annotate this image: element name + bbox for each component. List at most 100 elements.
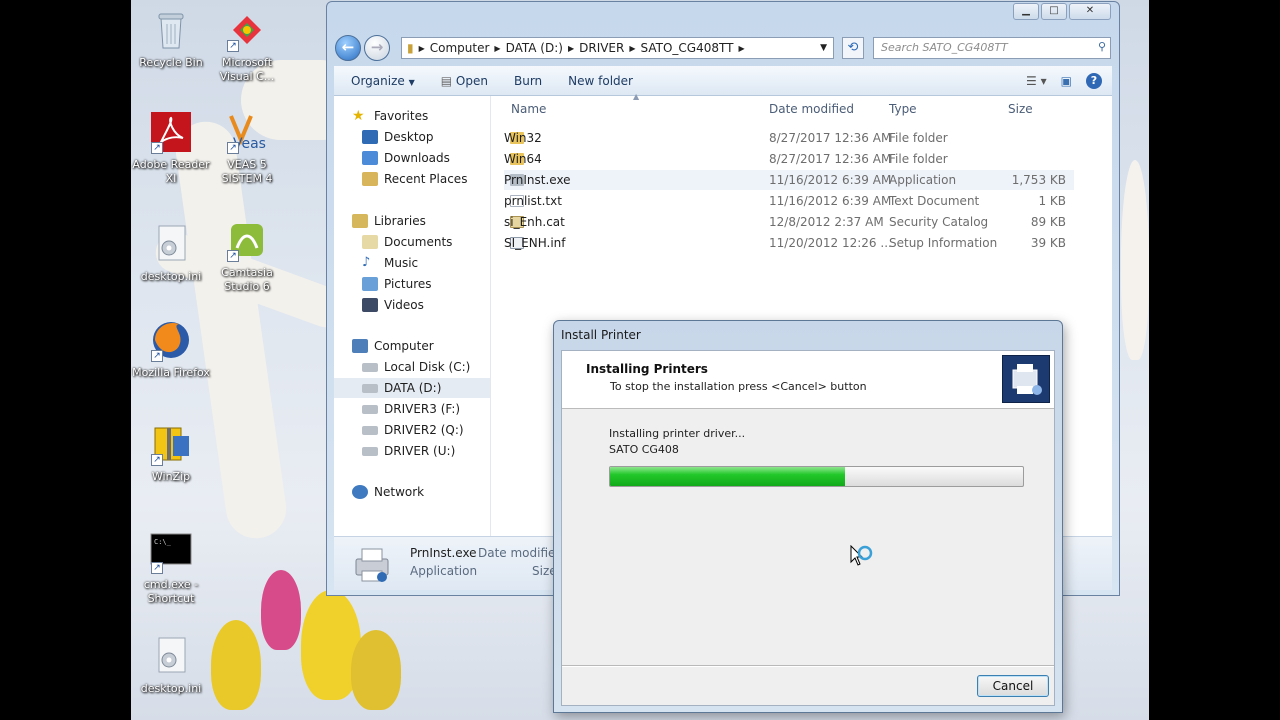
file-name: SI_ENH.inf xyxy=(504,236,566,250)
file-size: 39 KB xyxy=(1030,236,1066,250)
shortcut-arrow-icon: ↗ xyxy=(227,40,239,52)
file-name: si_Enh.cat xyxy=(504,215,565,229)
camtasia-icon: ↗ xyxy=(225,218,269,262)
nav-label: DATA (D:) xyxy=(384,381,442,395)
nav-computer[interactable]: Computer xyxy=(352,336,434,356)
drive-icon xyxy=(362,425,378,435)
nav-drive-u[interactable]: DRIVER (U:) xyxy=(362,441,455,461)
desktop-icon-firefox[interactable]: ↗ Mozilla Firefox xyxy=(131,318,211,380)
nav-drive-f[interactable]: DRIVER3 (F:) xyxy=(362,399,460,419)
breadcrumb-sato[interactable]: SATO_CG408TT xyxy=(636,41,739,55)
nav-drive-c[interactable]: Local Disk (C:) xyxy=(362,357,470,377)
chevron-down-icon[interactable]: ▼ xyxy=(814,43,833,53)
help-icon[interactable]: ? xyxy=(1086,72,1102,89)
desktop-icon-winzip[interactable]: ↗ WinZip xyxy=(131,422,211,484)
open-button[interactable]: ▤ Open xyxy=(432,74,497,88)
search-input[interactable]: Search SATO_CG408TT ⚲ xyxy=(873,37,1111,59)
nav-videos[interactable]: Videos xyxy=(362,295,424,315)
file-row[interactable]: si_Enh.cat 12/8/2012 2:37 AM Security Ca… xyxy=(504,212,1074,232)
settings-file-icon xyxy=(149,222,193,266)
nav-label: Computer xyxy=(374,339,434,353)
dialog-subheading: To stop the installation press <Cancel> … xyxy=(610,380,867,393)
computer-icon xyxy=(352,339,368,353)
nav-drive-q[interactable]: DRIVER2 (Q:) xyxy=(362,420,464,440)
close-button[interactable]: ✕ xyxy=(1069,3,1111,20)
desktop-icon-recycle-bin[interactable]: Recycle Bin xyxy=(131,8,211,70)
breadcrumb-computer[interactable]: Computer xyxy=(425,41,495,55)
organize-label: Organize xyxy=(351,73,405,88)
nav-recent-places[interactable]: Recent Places xyxy=(362,169,467,189)
maximize-button[interactable]: □ xyxy=(1041,3,1067,20)
search-icon[interactable]: ⚲ xyxy=(1098,40,1106,53)
breadcrumb-data-drive[interactable]: DATA (D:) xyxy=(501,41,568,55)
nav-drive-d[interactable]: DATA (D:) xyxy=(334,378,490,398)
column-header-type[interactable]: Type xyxy=(889,102,917,116)
install-printer-dialog: Install Printer Installing Printers To s… xyxy=(553,320,1063,713)
star-icon: ★ xyxy=(352,108,365,124)
nav-network[interactable]: Network xyxy=(352,482,424,502)
desktop-icon-desktop-ini[interactable]: desktop.ini xyxy=(131,222,211,284)
preview-pane-icon[interactable]: ▣ xyxy=(1061,74,1072,88)
address-bar[interactable]: ▮ ▶ Computer ▶ DATA (D:) ▶ DRIVER ▶ SATO… xyxy=(401,37,834,59)
column-header-date[interactable]: Date modified xyxy=(769,102,854,116)
sort-arrow-icon: ▲ xyxy=(633,92,640,101)
nav-label: Desktop xyxy=(384,130,434,144)
file-name: Win64 xyxy=(504,152,542,166)
shortcut-arrow-icon: ↗ xyxy=(151,562,163,574)
desktop-icon-label: Microsoft Visual C... xyxy=(219,56,275,83)
desktop-icon-label: WinZip xyxy=(151,470,191,483)
forward-button[interactable]: → xyxy=(364,35,390,61)
visual-studio-icon: ↗ xyxy=(225,8,269,52)
file-type: Security Catalog xyxy=(889,215,989,229)
command-bar: Organize ▼ ▤ Open Burn New folder ☰ ▾ ▣ … xyxy=(334,66,1112,96)
nav-label: DRIVER2 (Q:) xyxy=(384,423,464,437)
view-options-icon[interactable]: ☰ ▾ xyxy=(1026,74,1047,88)
file-type: File folder xyxy=(889,152,948,166)
file-type: Text Document xyxy=(889,194,980,208)
minimize-button[interactable]: ▁ xyxy=(1013,3,1039,20)
nav-pictures[interactable]: Pictures xyxy=(362,274,432,294)
nav-label: Recent Places xyxy=(384,172,468,186)
nav-favorites[interactable]: ★ Favorites xyxy=(352,106,428,126)
cancel-button[interactable]: Cancel xyxy=(977,675,1049,697)
file-row[interactable]: prnlist.txt 11/16/2012 6:39 AM Text Docu… xyxy=(504,191,1074,211)
new-folder-button[interactable]: New folder xyxy=(559,74,642,88)
dialog-title: Install Printer xyxy=(561,328,641,342)
organize-button[interactable]: Organize ▼ xyxy=(342,74,424,88)
file-name: prnlist.txt xyxy=(504,194,562,208)
burn-button[interactable]: Burn xyxy=(505,74,551,88)
desktop-icon-camtasia[interactable]: ↗ Camtasia Studio 6 xyxy=(207,218,287,294)
desktop-icon-veas[interactable]: Veas ↗ VEAS 5 SISTEM 4 xyxy=(207,110,287,186)
desktop-icon-visual-studio[interactable]: ↗ Microsoft Visual C... xyxy=(207,8,287,84)
nav-music[interactable]: ♪ Music xyxy=(362,253,418,273)
shortcut-arrow-icon: ↗ xyxy=(151,142,163,154)
file-row[interactable]: SI_ENH.inf 11/20/2012 12:26 ... Setup In… xyxy=(504,233,1074,253)
desktop-icon-adobe-reader[interactable]: ↗ Adobe Reader XI xyxy=(131,110,211,186)
wallpaper-tree-right xyxy=(1121,160,1149,360)
file-date: 12/8/2012 2:37 AM xyxy=(769,215,884,229)
file-date: 11/20/2012 12:26 ... xyxy=(769,236,892,250)
chevron-right-icon: ▶ xyxy=(738,43,745,53)
nav-documents[interactable]: Documents xyxy=(362,232,452,252)
column-header-size[interactable]: Size xyxy=(1008,102,1033,116)
desktop-icon-desktop-ini-2[interactable]: desktop.ini xyxy=(131,634,211,696)
nav-label: Libraries xyxy=(374,214,426,228)
back-button[interactable]: ← xyxy=(335,35,361,61)
file-row-selected[interactable]: PrnInst.exe 11/16/2012 6:39 AM Applicati… xyxy=(504,170,1074,190)
dialog-header: Installing Printers To stop the installa… xyxy=(562,351,1054,409)
file-row[interactable]: Win32 8/27/2017 12:36 AM File folder xyxy=(504,128,1074,148)
search-placeholder: Search SATO_CG408TT xyxy=(881,41,1008,54)
breadcrumb-driver[interactable]: DRIVER xyxy=(574,41,629,55)
drive-icon xyxy=(362,446,378,456)
file-date: 11/16/2012 6:39 AM xyxy=(769,173,892,187)
nav-libraries[interactable]: Libraries xyxy=(352,211,426,231)
column-header-name[interactable]: Name xyxy=(511,102,546,116)
nav-label: Pictures xyxy=(384,277,432,291)
file-row[interactable]: Win64 8/27/2017 12:36 AM File folder xyxy=(504,149,1074,169)
desktop-icon-cmd[interactable]: C:\_ ↗ cmd.exe - Shortcut xyxy=(131,530,211,606)
recent-places-icon xyxy=(362,172,378,186)
nav-desktop[interactable]: Desktop xyxy=(362,127,434,147)
file-name: PrnInst.exe xyxy=(504,173,571,187)
nav-downloads[interactable]: Downloads xyxy=(362,148,450,168)
refresh-button[interactable]: ⟲ xyxy=(842,37,864,59)
